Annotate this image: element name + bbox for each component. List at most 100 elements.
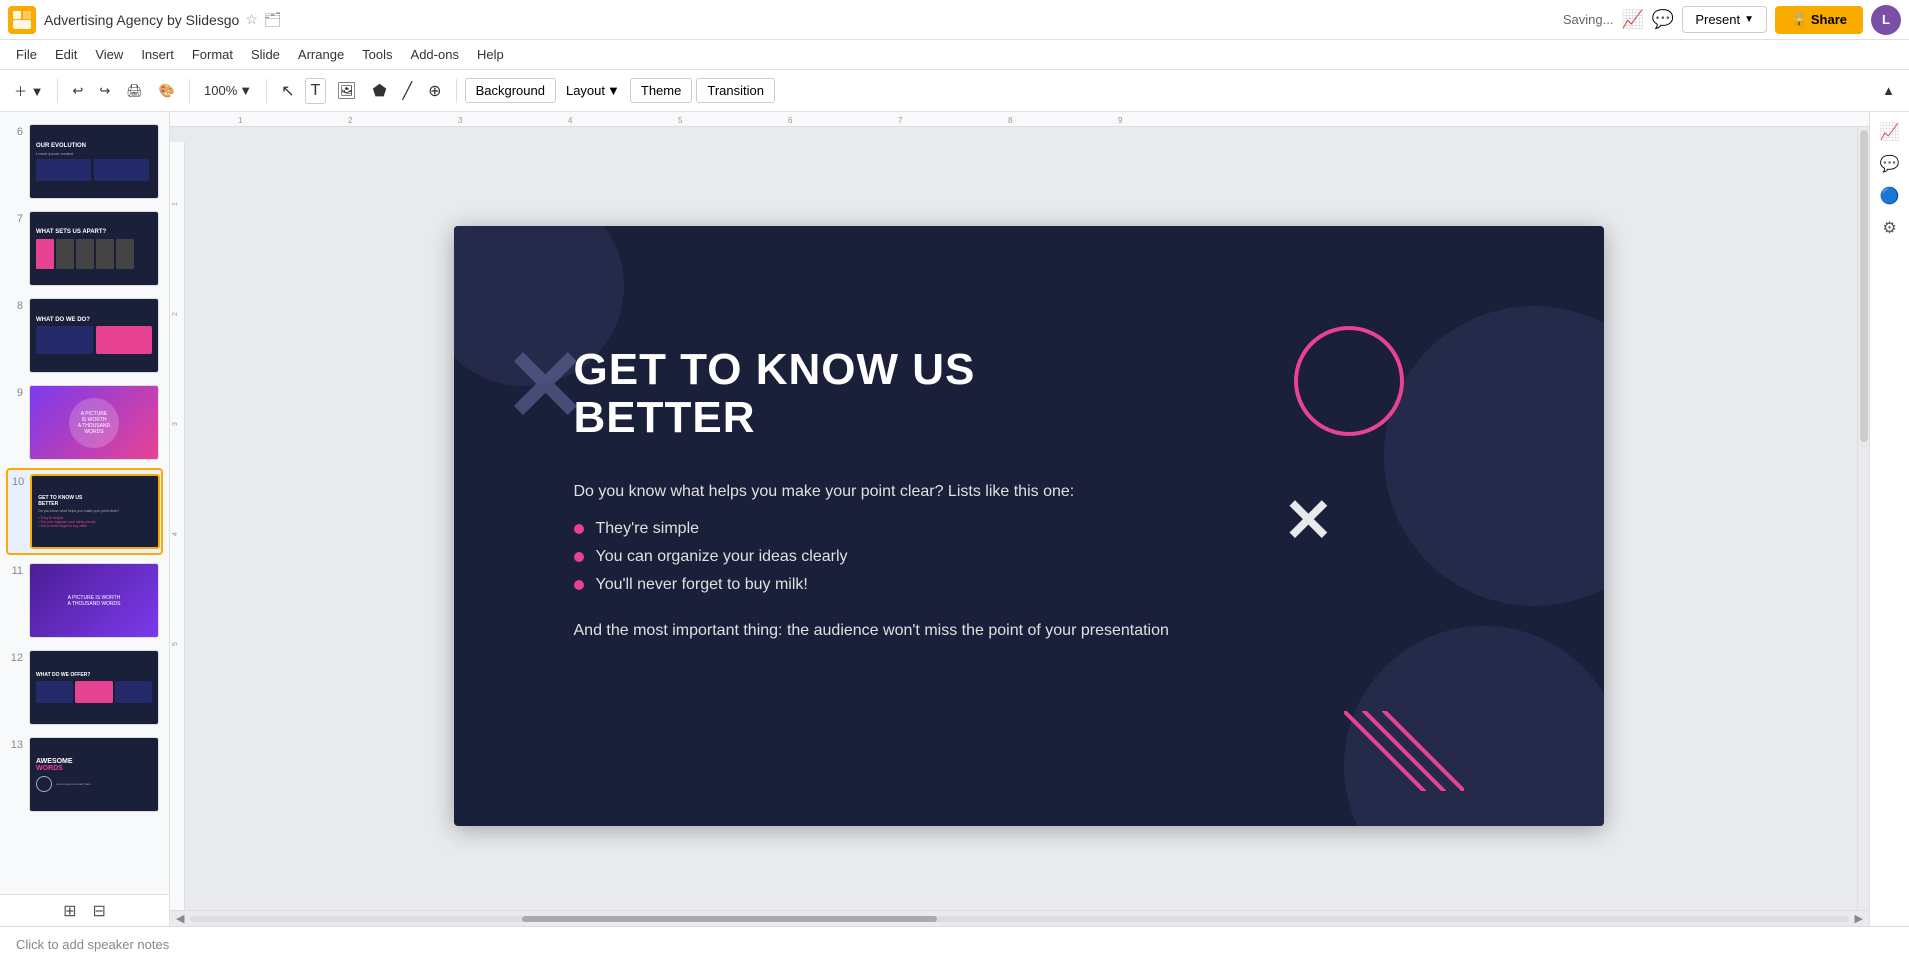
slide-thumb-7[interactable]: 7 WHAT SETS US APART? [6,207,163,290]
transition-button[interactable]: Transition [696,78,775,103]
notes-placeholder: Click to add speaker notes [16,937,169,952]
comments-icon[interactable]: 💬 [1878,152,1902,176]
slide-thumb-9[interactable]: 9 A PICTUREIS WORTHA THOUSANDWORDS [6,381,163,464]
folder-icon[interactable]: 🗂 [264,11,282,28]
list-item-1: They're simple [574,520,1304,538]
present-button[interactable]: Present ▼ [1682,6,1767,33]
print-button[interactable]: 🖨 [120,79,149,103]
horizontal-scrollbar[interactable] [190,916,1848,922]
shapes-tool[interactable]: ⬟ [367,77,393,105]
svg-text:6: 6 [788,116,793,125]
slide-body-text: Do you know what helps you make your poi… [574,479,1304,505]
slide-bullet-list: They're simple You can organize your ide… [574,520,1304,594]
deco-lines-bottom [1344,711,1464,796]
menu-view[interactable]: View [87,44,131,65]
scrollbar-thumb [522,916,937,922]
svg-text:5: 5 [678,116,683,125]
paint-format-button[interactable]: 🎨 [153,79,181,103]
horizontal-scrollbar-area: ◀ ▶ [170,910,1869,926]
zoom-level: 100% [204,83,237,98]
slide-canvas-wrapper[interactable]: ✕ ✕ [200,142,1857,910]
slide-preview-11: A PICTURE IS WORTHA THOUSAND WORDS [29,563,159,638]
deco-circle-pink [1294,326,1404,436]
menu-tools[interactable]: Tools [354,44,400,65]
menu-arrange[interactable]: Arrange [290,44,352,65]
slide-thumb-8[interactable]: 8 WHAT DO WE DO? [6,294,163,377]
blue-circle-icon[interactable]: 🔵 [1878,184,1902,208]
slide-thumb-12[interactable]: 12 WHAT DO WE OFFER? [6,646,163,729]
menu-file[interactable]: File [8,44,45,65]
theme-button[interactable]: Theme [630,78,692,103]
slide-thumb-11[interactable]: 11 A PICTURE IS WORTHA THOUSAND WORDS [6,559,163,642]
menu-help[interactable]: Help [469,44,512,65]
slide-preview-13: AWESOME WORDS Lorem ipsum content here [29,737,159,812]
menu-bar: File Edit View Insert Format Slide Arran… [0,40,1909,70]
svg-text:3: 3 [458,116,463,125]
scroll-left-btn[interactable]: ◀ [176,912,184,925]
slide-preview-7: WHAT SETS US APART? [29,211,159,286]
svg-text:8: 8 [1008,116,1013,125]
deco-circle-dark-right [1384,306,1604,606]
collapse-toolbar-button[interactable]: ▲ [1876,79,1901,102]
svg-text:1: 1 [238,116,243,125]
undo-button[interactable]: ↩ [66,79,89,103]
slide-number-10: 10 [12,476,24,488]
menu-slide[interactable]: Slide [243,44,288,65]
bullet-dot-1 [574,524,584,534]
settings-icon[interactable]: ⚙ [1878,216,1902,240]
list-item-2-text: You can organize your ideas clearly [596,548,848,566]
menu-format[interactable]: Format [184,44,241,65]
menu-insert[interactable]: Insert [133,44,182,65]
layout-button[interactable]: Layout ▼ [560,79,626,102]
slide-number-11: 11 [10,565,23,577]
extra-tool[interactable]: ⊕ [422,77,447,105]
slide-preview-8: WHAT DO WE DO? [29,298,159,373]
grid-view-icon[interactable]: ⊞ [63,901,76,921]
slide-preview-10: GET TO KNOW USBETTER Do you know what he… [30,474,160,549]
add-slide-button[interactable]: ＋ ▼ [8,77,49,104]
comment-icon[interactable]: 💬 [1652,9,1674,30]
slide-10[interactable]: ✕ ✕ [454,226,1604,826]
slide-preview-12: WHAT DO WE OFFER? [29,650,159,725]
text-box-tool[interactable]: T [305,78,327,104]
slide-panel: 6 OUR EVOLUTION Lorem ipsum content 7 WH… [0,112,170,894]
zoom-button[interactable]: 100% ▼ [198,79,258,102]
star-icon[interactable]: ☆ [245,11,258,28]
image-tool[interactable]: 🖼 [330,77,362,105]
svg-text:1: 1 [172,202,179,206]
slide-number-6: 6 [10,126,23,138]
slide-number-13: 13 [10,739,23,751]
menu-edit[interactable]: Edit [47,44,85,65]
right-panel: 📈 💬 🔵 ⚙ [1869,112,1909,926]
trending-up-icon[interactable]: 📈 [1621,9,1643,30]
main-area: 6 OUR EVOLUTION Lorem ipsum content 7 WH… [0,112,1909,926]
toolbar: ＋ ▼ ↩ ↪ 🖨 🎨 100% ▼ ↖ T 🖼 ⬟ ╱ ⊕ Backgroun… [0,70,1909,112]
presentation-title[interactable]: Advertising Agency by Slidesgo [44,12,239,28]
list-view-icon[interactable]: ⊟ [93,901,106,921]
share-button[interactable]: 🔒 Share [1775,6,1863,34]
avatar[interactable]: L [1871,5,1901,35]
slide-thumb-13[interactable]: 13 AWESOME WORDS Lorem ipsum content her… [6,733,163,816]
bullet-dot-3 [574,580,584,590]
slide-thumb-10[interactable]: 10 GET TO KNOW USBETTER Do you know what… [6,468,163,555]
menu-addons[interactable]: Add-ons [403,44,467,65]
scroll-right-btn[interactable]: ▶ [1855,912,1863,925]
present-dropdown-icon[interactable]: ▼ [1744,14,1754,25]
background-button[interactable]: Background [465,78,556,103]
svg-text:9: 9 [1118,116,1123,125]
analytics-icon[interactable]: 📈 [1878,120,1902,144]
notes-area[interactable]: Click to add speaker notes [0,926,1909,962]
cursor-tool[interactable]: ↖ [275,77,300,105]
separator-1 [57,79,58,103]
separator-4 [456,79,457,103]
redo-button[interactable]: ↪ [93,79,116,103]
svg-text:7: 7 [898,116,903,125]
slide-footer-text: And the most important thing: the audien… [574,618,1304,644]
bullet-dot-2 [574,552,584,562]
list-item-1-text: They're simple [596,520,700,538]
slide-thumb-6[interactable]: 6 OUR EVOLUTION Lorem ipsum content [6,120,163,203]
vertical-scrollbar[interactable] [1857,127,1869,910]
saving-text: Saving... [1563,12,1614,27]
list-item-3-text: You'll never forget to buy milk! [596,576,808,594]
line-tool[interactable]: ╱ [397,77,419,105]
